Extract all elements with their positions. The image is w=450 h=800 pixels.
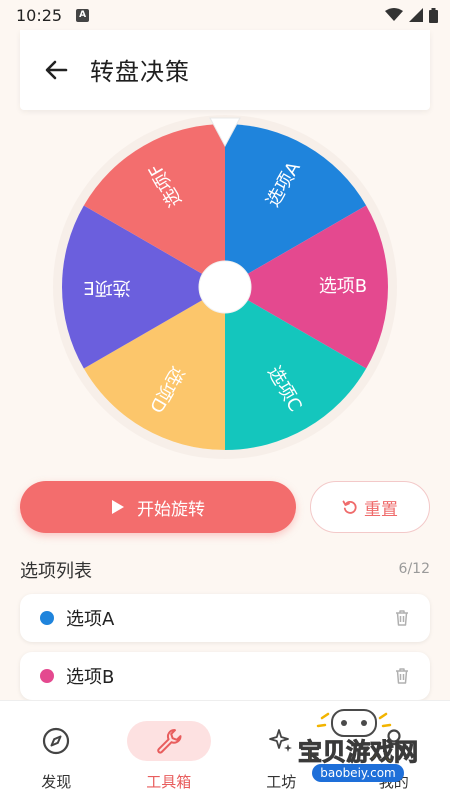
wheel-segment-label: 选项B <box>319 276 367 297</box>
nav-label: 工坊 <box>266 773 297 791</box>
page-title: 转盘决策 <box>90 58 190 86</box>
option-label: 选项B <box>66 667 115 688</box>
nav-item-workshop[interactable]: 工坊 <box>225 701 338 800</box>
nav-item-discover[interactable]: 发现 <box>0 701 113 800</box>
nav-item-mine[interactable]: 我的 <box>338 701 450 800</box>
nav-pill <box>352 721 436 761</box>
user-icon <box>382 729 405 753</box>
wheel-segment-label: 选项E <box>83 277 130 298</box>
status-icons <box>385 7 438 23</box>
nav-pill <box>239 721 323 761</box>
wheel-svg[interactable]: 选项A选项B选项C选项D选项E选项F <box>50 112 400 462</box>
option-color-dot <box>40 611 54 625</box>
battery-icon <box>429 7 438 23</box>
nav-label: 我的 <box>378 773 409 791</box>
option-color-dot <box>40 669 54 683</box>
trash-icon[interactable] <box>392 608 412 628</box>
back-arrow-icon[interactable] <box>42 56 70 84</box>
wrench-icon <box>157 728 182 754</box>
nav-label: 工具箱 <box>146 773 192 791</box>
start-spin-button[interactable]: 开始旋转 <box>20 481 296 533</box>
option-item[interactable]: 选项A <box>20 594 430 642</box>
trash-icon[interactable] <box>392 666 412 686</box>
options-count: 6/12 <box>398 561 430 577</box>
nav-pill <box>14 721 98 761</box>
start-spin-label: 开始旋转 <box>137 499 205 520</box>
reset-label: 重置 <box>364 499 398 520</box>
status-bar: 10:25 A <box>0 0 450 30</box>
decision-wheel[interactable]: 选项A 选项B 选项C 选项D 选项E 选项F <box>50 112 400 462</box>
wifi-icon <box>385 8 403 21</box>
nav-item-toolbox[interactable]: 工具箱 <box>113 701 226 800</box>
option-label: 选项A <box>66 609 115 630</box>
signal-icon <box>409 8 423 22</box>
play-icon <box>112 500 124 514</box>
notification-badge: A <box>76 8 90 22</box>
options-list-title: 选项列表 <box>20 561 92 582</box>
compass-icon <box>43 727 70 755</box>
reset-icon <box>342 500 357 514</box>
option-item[interactable]: 选项B <box>20 652 430 700</box>
app-header: 转盘决策 <box>20 30 430 110</box>
nav-pill-active <box>126 721 211 761</box>
reset-button[interactable]: 重置 <box>310 481 430 533</box>
nav-label: 发现 <box>41 773 72 791</box>
sparkle-icon <box>269 729 293 752</box>
wheel-center[interactable] <box>198 260 252 314</box>
bottom-nav: 发现 工具箱 工坊 我的 <box>0 700 450 800</box>
status-time: 10:25 <box>16 5 63 25</box>
